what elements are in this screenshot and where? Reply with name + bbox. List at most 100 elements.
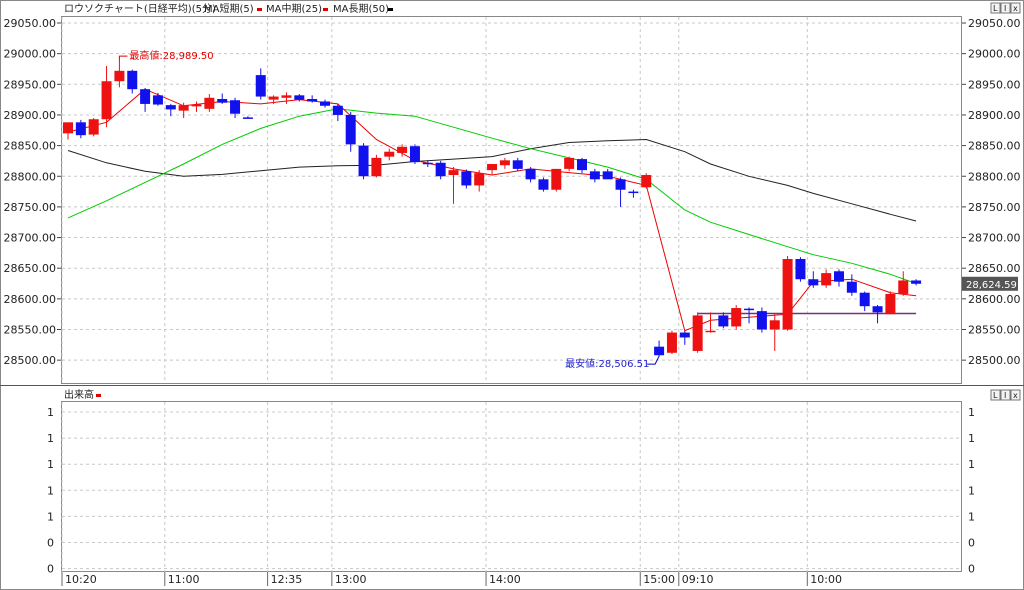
candle-body-up (191, 104, 202, 107)
candle-body-up (371, 157, 382, 177)
candle-body-up (821, 273, 832, 286)
x-tick-label: 15:00 (643, 573, 675, 586)
y-tick-label-left: 28500.00 (4, 354, 57, 367)
candle-body-up (63, 122, 73, 134)
volume-panel-buttons: L I x (990, 389, 1021, 401)
y-tick-label-left: 28900.00 (4, 109, 57, 122)
x-tick-label: 11:00 (168, 573, 200, 586)
volume-tick-left: 0 (47, 537, 54, 550)
candle-body-up (705, 330, 716, 333)
y-tick-label-right: 28950.00 (968, 78, 1021, 91)
candle-body-down (165, 105, 176, 110)
candle-body-down (538, 179, 549, 190)
candle-body-up (731, 308, 742, 327)
y-tick-label-left: 28700.00 (4, 232, 57, 245)
candle-body-down (230, 100, 241, 114)
candle-body-up (114, 70, 125, 82)
candle-body-down (294, 95, 305, 100)
candle-body-down (140, 89, 151, 104)
y-tick-label-left: 28950.00 (4, 78, 57, 91)
candle-body-down (461, 171, 472, 186)
candle-body-down (911, 280, 922, 284)
ma-mid-label: MA中期(25) (266, 2, 322, 15)
candle-body-down (846, 281, 857, 293)
candle-body-up (487, 163, 498, 171)
y-tick-label-left: 28750.00 (4, 201, 57, 214)
candle-body-up (782, 259, 793, 330)
candle-body-down (152, 95, 163, 105)
candle-body-up (551, 168, 562, 190)
candle-body-up (281, 95, 292, 98)
ma-mid-swatch (323, 8, 328, 11)
chart-title: ロウソクチャート(日経平均)(5分) (64, 2, 216, 15)
candle-body-down (525, 168, 536, 180)
candle-body-down (744, 308, 755, 311)
vol-button-i-label: I (1004, 391, 1006, 400)
candle-body-down (217, 99, 228, 103)
low-annotation: 最安値:28,506.51 (565, 357, 649, 370)
y-tick-label-right: 29050.00 (968, 17, 1021, 30)
candle-body-down (577, 159, 587, 171)
volume-tick-right: 0 (968, 537, 975, 550)
candle-body-down (255, 75, 266, 97)
candle-body-down (75, 122, 86, 136)
y-tick-label-right: 28800.00 (968, 170, 1021, 183)
candle-body-down (422, 162, 433, 165)
candle-body-down (358, 145, 369, 177)
candle-body-up (101, 81, 112, 120)
y-tick-label-right: 28500.00 (968, 354, 1021, 367)
y-tick-label-right: 28850.00 (968, 140, 1021, 153)
candle-body-down (409, 146, 420, 163)
candle-body-down (345, 114, 356, 145)
candle-body-down (859, 292, 870, 307)
y-tick-label-right: 28700.00 (968, 232, 1021, 245)
volume-tick-left: 1 (47, 484, 54, 497)
x-tick-label: 10:20 (65, 573, 97, 586)
candle-body-down (679, 332, 690, 338)
current-price-label: 28,624.59 (966, 280, 1017, 291)
high-annotation: 最高値:28,989.50 (129, 49, 213, 62)
candle-body-up (564, 157, 575, 169)
candle-body-up (641, 175, 652, 188)
candle-body-down (127, 70, 138, 90)
y-tick-label-right: 28650.00 (968, 262, 1021, 275)
candle-body-down (615, 179, 626, 190)
y-tick-label-left: 28550.00 (4, 324, 57, 337)
y-tick-label-right: 28900.00 (968, 109, 1021, 122)
candle-body-down (834, 271, 844, 282)
y-tick-label-left: 28600.00 (4, 293, 57, 306)
volume-tick-right: 1 (968, 406, 975, 419)
volume-tick-left: 1 (47, 510, 54, 523)
ma-long-label: MA長期(50) (333, 3, 389, 15)
candle-body-down (628, 191, 639, 194)
volume-title: 出来高 (64, 388, 94, 401)
y-tick-label-right: 29000.00 (968, 48, 1021, 61)
candle-body-down (872, 306, 883, 313)
candle-body-up (268, 96, 279, 100)
candle-body-up (88, 119, 99, 135)
ma-long-swatch (388, 8, 393, 11)
candle-body-up (666, 332, 677, 353)
candle-body-down (512, 160, 523, 169)
candle-body-up (384, 151, 395, 157)
candle-body-down (654, 346, 665, 356)
y-tick-label-left: 29000.00 (4, 48, 57, 61)
x-tick-label: 14:00 (489, 573, 521, 586)
y-tick-label-left: 28850.00 (4, 140, 57, 153)
candle-body-down (589, 171, 600, 180)
candle-body-down (320, 101, 330, 106)
candle-body-down (332, 105, 343, 115)
candle-body-up (448, 170, 459, 176)
volume-tick-right: 0 (968, 563, 975, 576)
x-tick-label: 10:00 (810, 573, 842, 586)
candlestick-chart: 29050.00 29000.00 28950.00 28900.00 28850.00… (0, 0, 1024, 590)
chart-frame (0, 0, 1024, 590)
candle-body-up (204, 97, 215, 109)
button-close-label: x (1013, 4, 1018, 13)
candle-body-down (718, 315, 729, 327)
vol-button-l-label: L (993, 391, 998, 400)
volume-tick-right: 1 (968, 432, 975, 445)
candle-body-up (898, 280, 909, 294)
volume-tick-left: 1 (47, 432, 54, 445)
candle-body-down (242, 117, 253, 119)
